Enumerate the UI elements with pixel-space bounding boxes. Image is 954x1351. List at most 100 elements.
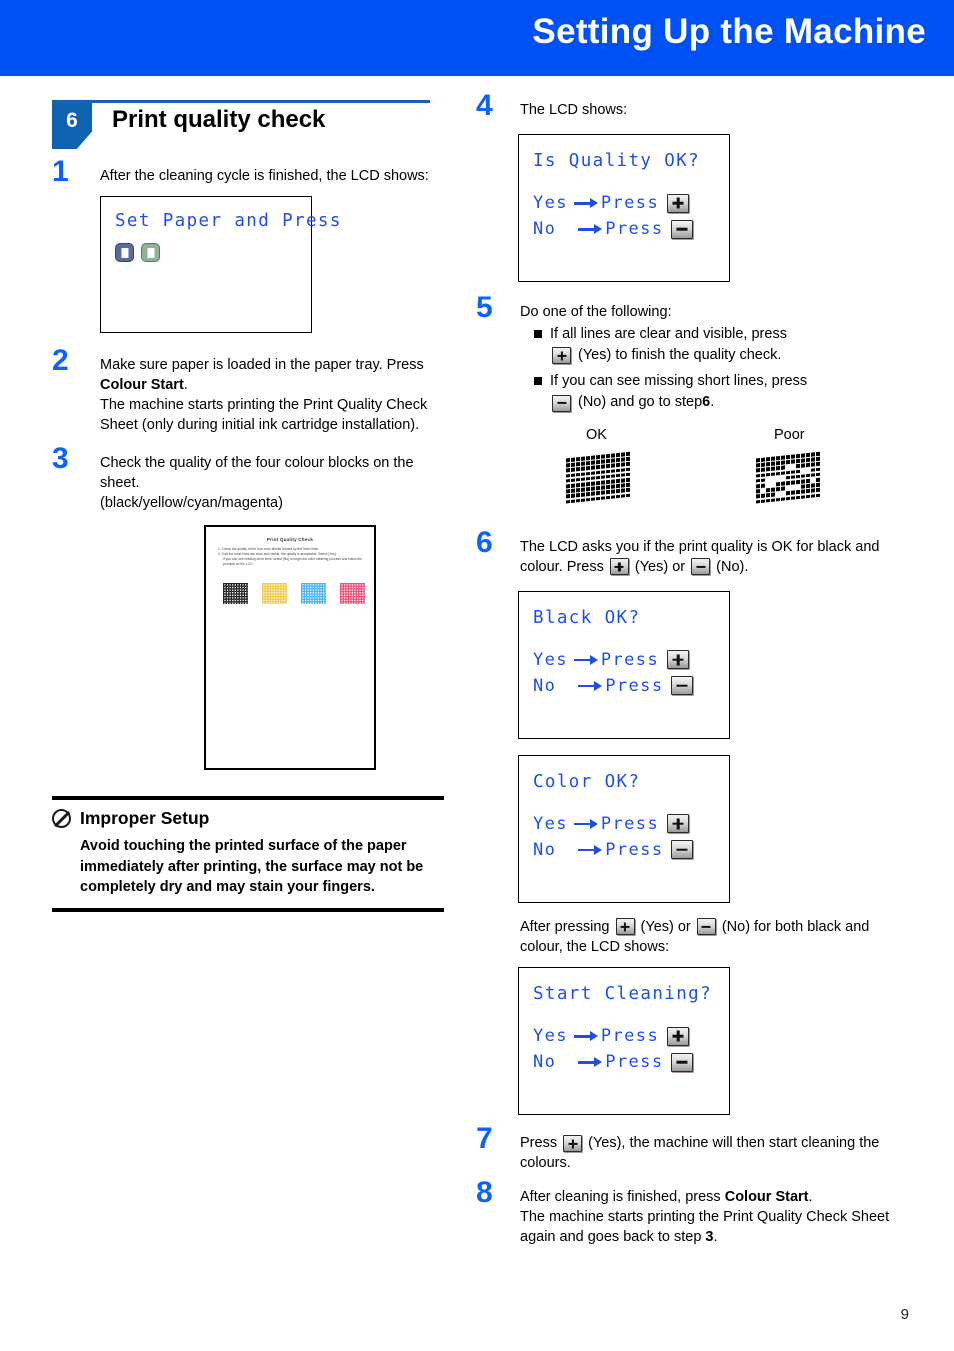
lcd-black-title: Black OK? xyxy=(533,607,641,628)
step-5-bullet-2-cont-text: (No) and go to step xyxy=(578,394,703,411)
arrow-right-icon xyxy=(578,679,604,693)
lcd-color-no-row: No Press xyxy=(533,840,729,860)
lcd-is-quality-ok: Is Quality OK? Yes Press No Press xyxy=(518,134,730,282)
sheet-colour-blocks xyxy=(223,583,365,604)
page-title: Setting Up the Machine xyxy=(532,12,926,51)
lcd-quality-no-label: No xyxy=(533,219,557,239)
lcd-black-no-label: No xyxy=(533,675,557,696)
step-8: 8 After cleaning is finished, press Colo… xyxy=(470,1178,890,1247)
step-5-step-ref: 6 xyxy=(702,394,711,411)
step-1: 1 After the cleaning cycle is finished, … xyxy=(52,157,444,333)
step-4-number: 4 xyxy=(476,89,493,122)
mono-start-button-icon xyxy=(115,243,134,262)
step-6-text-b: (Yes) or xyxy=(630,558,690,575)
page-number: 9 xyxy=(900,1306,909,1323)
lcd-color-yes-row: Yes Press xyxy=(533,814,729,834)
step-2: 2 Make sure paper is loaded in the paper… xyxy=(52,346,444,435)
minus-key-icon[interactable] xyxy=(671,1052,694,1072)
step-5-bullet-2: If you can see missing short lines, pres… xyxy=(534,371,890,391)
lcd-cleaning-no-row: No Press xyxy=(533,1052,729,1072)
plus-key-icon[interactable] xyxy=(615,918,635,936)
plus-key-icon[interactable] xyxy=(667,814,690,834)
lcd-black-ok: Black OK? Yes Press No Press xyxy=(518,590,730,739)
right-column: 4 The LCD shows: Is Quality OK? Yes Pres… xyxy=(470,91,890,1261)
lcd-cleaning-no-press: Press xyxy=(605,1052,664,1073)
plus-key-icon[interactable] xyxy=(667,650,690,670)
lcd-set-paper-button-icons xyxy=(115,243,311,262)
lcd-cleaning-no-label: No xyxy=(533,1052,557,1073)
lcd-black-no-press: Press xyxy=(605,675,664,696)
plus-key-icon[interactable] xyxy=(552,347,571,365)
arrow-right-icon xyxy=(573,817,600,831)
step-1-number: 1 xyxy=(52,155,69,188)
page-header-band: Setting Up the Machine xyxy=(0,0,954,76)
lcd-quality-yes-row: Yes Press xyxy=(533,193,729,213)
minus-key-icon[interactable] xyxy=(696,918,716,936)
sample-grid-poor xyxy=(756,451,822,506)
step-6-text-c: (No). xyxy=(712,558,749,575)
step-6-text: The LCD asks you if the print quality is… xyxy=(520,537,890,577)
improper-setup-notice: Improper Setup Avoid touching the printe… xyxy=(52,796,444,912)
step-2-text-a: Make sure paper is loaded in the paper t… xyxy=(100,357,424,373)
step-3-text-b: (black/yellow/cyan/magenta) xyxy=(100,495,283,511)
after-note-text-b: (Yes) or xyxy=(636,918,695,935)
minus-key-icon[interactable] xyxy=(671,676,694,696)
section-title: Print quality check xyxy=(112,106,326,133)
arrow-right-icon xyxy=(573,1029,600,1043)
step-8-text: After cleaning is finished, press Colour… xyxy=(520,1187,890,1247)
notice-title: Improper Setup xyxy=(80,808,210,828)
lcd-cleaning-rows: Yes Press No Press xyxy=(533,1026,729,1072)
lcd-color-no-press: Press xyxy=(605,839,664,860)
step-7-text-a: Press xyxy=(520,1135,562,1152)
minus-key-icon[interactable] xyxy=(671,219,694,239)
lcd-cleaning-yes-press: Press xyxy=(600,1026,660,1047)
step-8-text-b: . xyxy=(808,1189,813,1206)
minus-key-icon[interactable] xyxy=(691,558,711,576)
step-5-bullet-1: If all lines are clear and visible, pres… xyxy=(534,324,890,344)
lcd-set-paper-line1: Set Paper and Press xyxy=(115,211,342,231)
step-8-text-d: . xyxy=(713,1229,718,1246)
plus-key-icon[interactable] xyxy=(563,1135,583,1153)
left-column: 6 Print quality check 1 After the cleani… xyxy=(52,100,444,912)
step-5: 5 Do one of the following: If all lines … xyxy=(470,293,890,523)
lcd-quality-no-row: No Press xyxy=(533,219,729,239)
colour-block-cyan xyxy=(301,583,326,604)
after-note-text-a: After pressing xyxy=(520,918,614,935)
square-bullet-icon xyxy=(534,377,542,386)
lcd-quality-rows: Yes Press No Press xyxy=(533,193,729,239)
step-7: 7 Press (Yes), the machine will then sta… xyxy=(470,1124,890,1173)
step-3: 3 Check the quality of the four colour b… xyxy=(52,444,444,770)
notice-content: Improper Setup Avoid touching the printe… xyxy=(52,800,444,908)
step-7-number: 7 xyxy=(476,1122,493,1156)
minus-key-icon[interactable] xyxy=(552,394,571,412)
step-7-text: Press (Yes), the machine will then start… xyxy=(520,1133,890,1173)
colour-start-button-icon xyxy=(141,243,160,262)
arrow-right-icon xyxy=(578,222,604,236)
step-5-bullet-1-continuation: (Yes) to finish the quality check. xyxy=(550,345,781,367)
arrow-right-icon xyxy=(573,196,600,210)
step-5-intro: Do one of the following: xyxy=(520,304,672,320)
lcd-color-no-label: No xyxy=(533,839,557,860)
lcd-cleaning-yes-label: Yes xyxy=(533,1026,568,1047)
square-bullet-icon xyxy=(534,330,542,338)
prohibition-icon xyxy=(52,809,71,828)
notice-heading: Improper Setup xyxy=(52,808,444,829)
plus-key-icon[interactable] xyxy=(609,558,629,576)
colour-block-black xyxy=(223,583,248,604)
step-3-text-a: Check the quality of the four colour blo… xyxy=(100,455,414,491)
lcd-cleaning-title: Start Cleaning? xyxy=(533,984,713,1005)
step-4: 4 The LCD shows: xyxy=(470,91,890,121)
lcd-black-yes-label: Yes xyxy=(533,649,568,670)
lcd-quality-yes-press: Press xyxy=(600,193,660,213)
arrow-right-icon xyxy=(578,843,604,857)
arrow-right-icon xyxy=(578,1055,604,1069)
step-5-bullet-1-cont-text: (Yes) to finish the quality check. xyxy=(578,347,782,363)
lcd-black-yes-press: Press xyxy=(600,649,660,670)
plus-key-icon[interactable] xyxy=(667,193,690,213)
plus-key-icon[interactable] xyxy=(667,1026,690,1046)
step-5-bullet-1-text: If all lines are clear and visible, pres… xyxy=(550,326,787,342)
minus-key-icon[interactable] xyxy=(671,840,694,860)
after-pressing-note: After pressing (Yes) or (No) for both bl… xyxy=(520,917,890,958)
lcd-quality-no-press: Press xyxy=(605,219,664,239)
sheet-instruction-3: If you can see missing short lines, sele… xyxy=(223,556,363,566)
